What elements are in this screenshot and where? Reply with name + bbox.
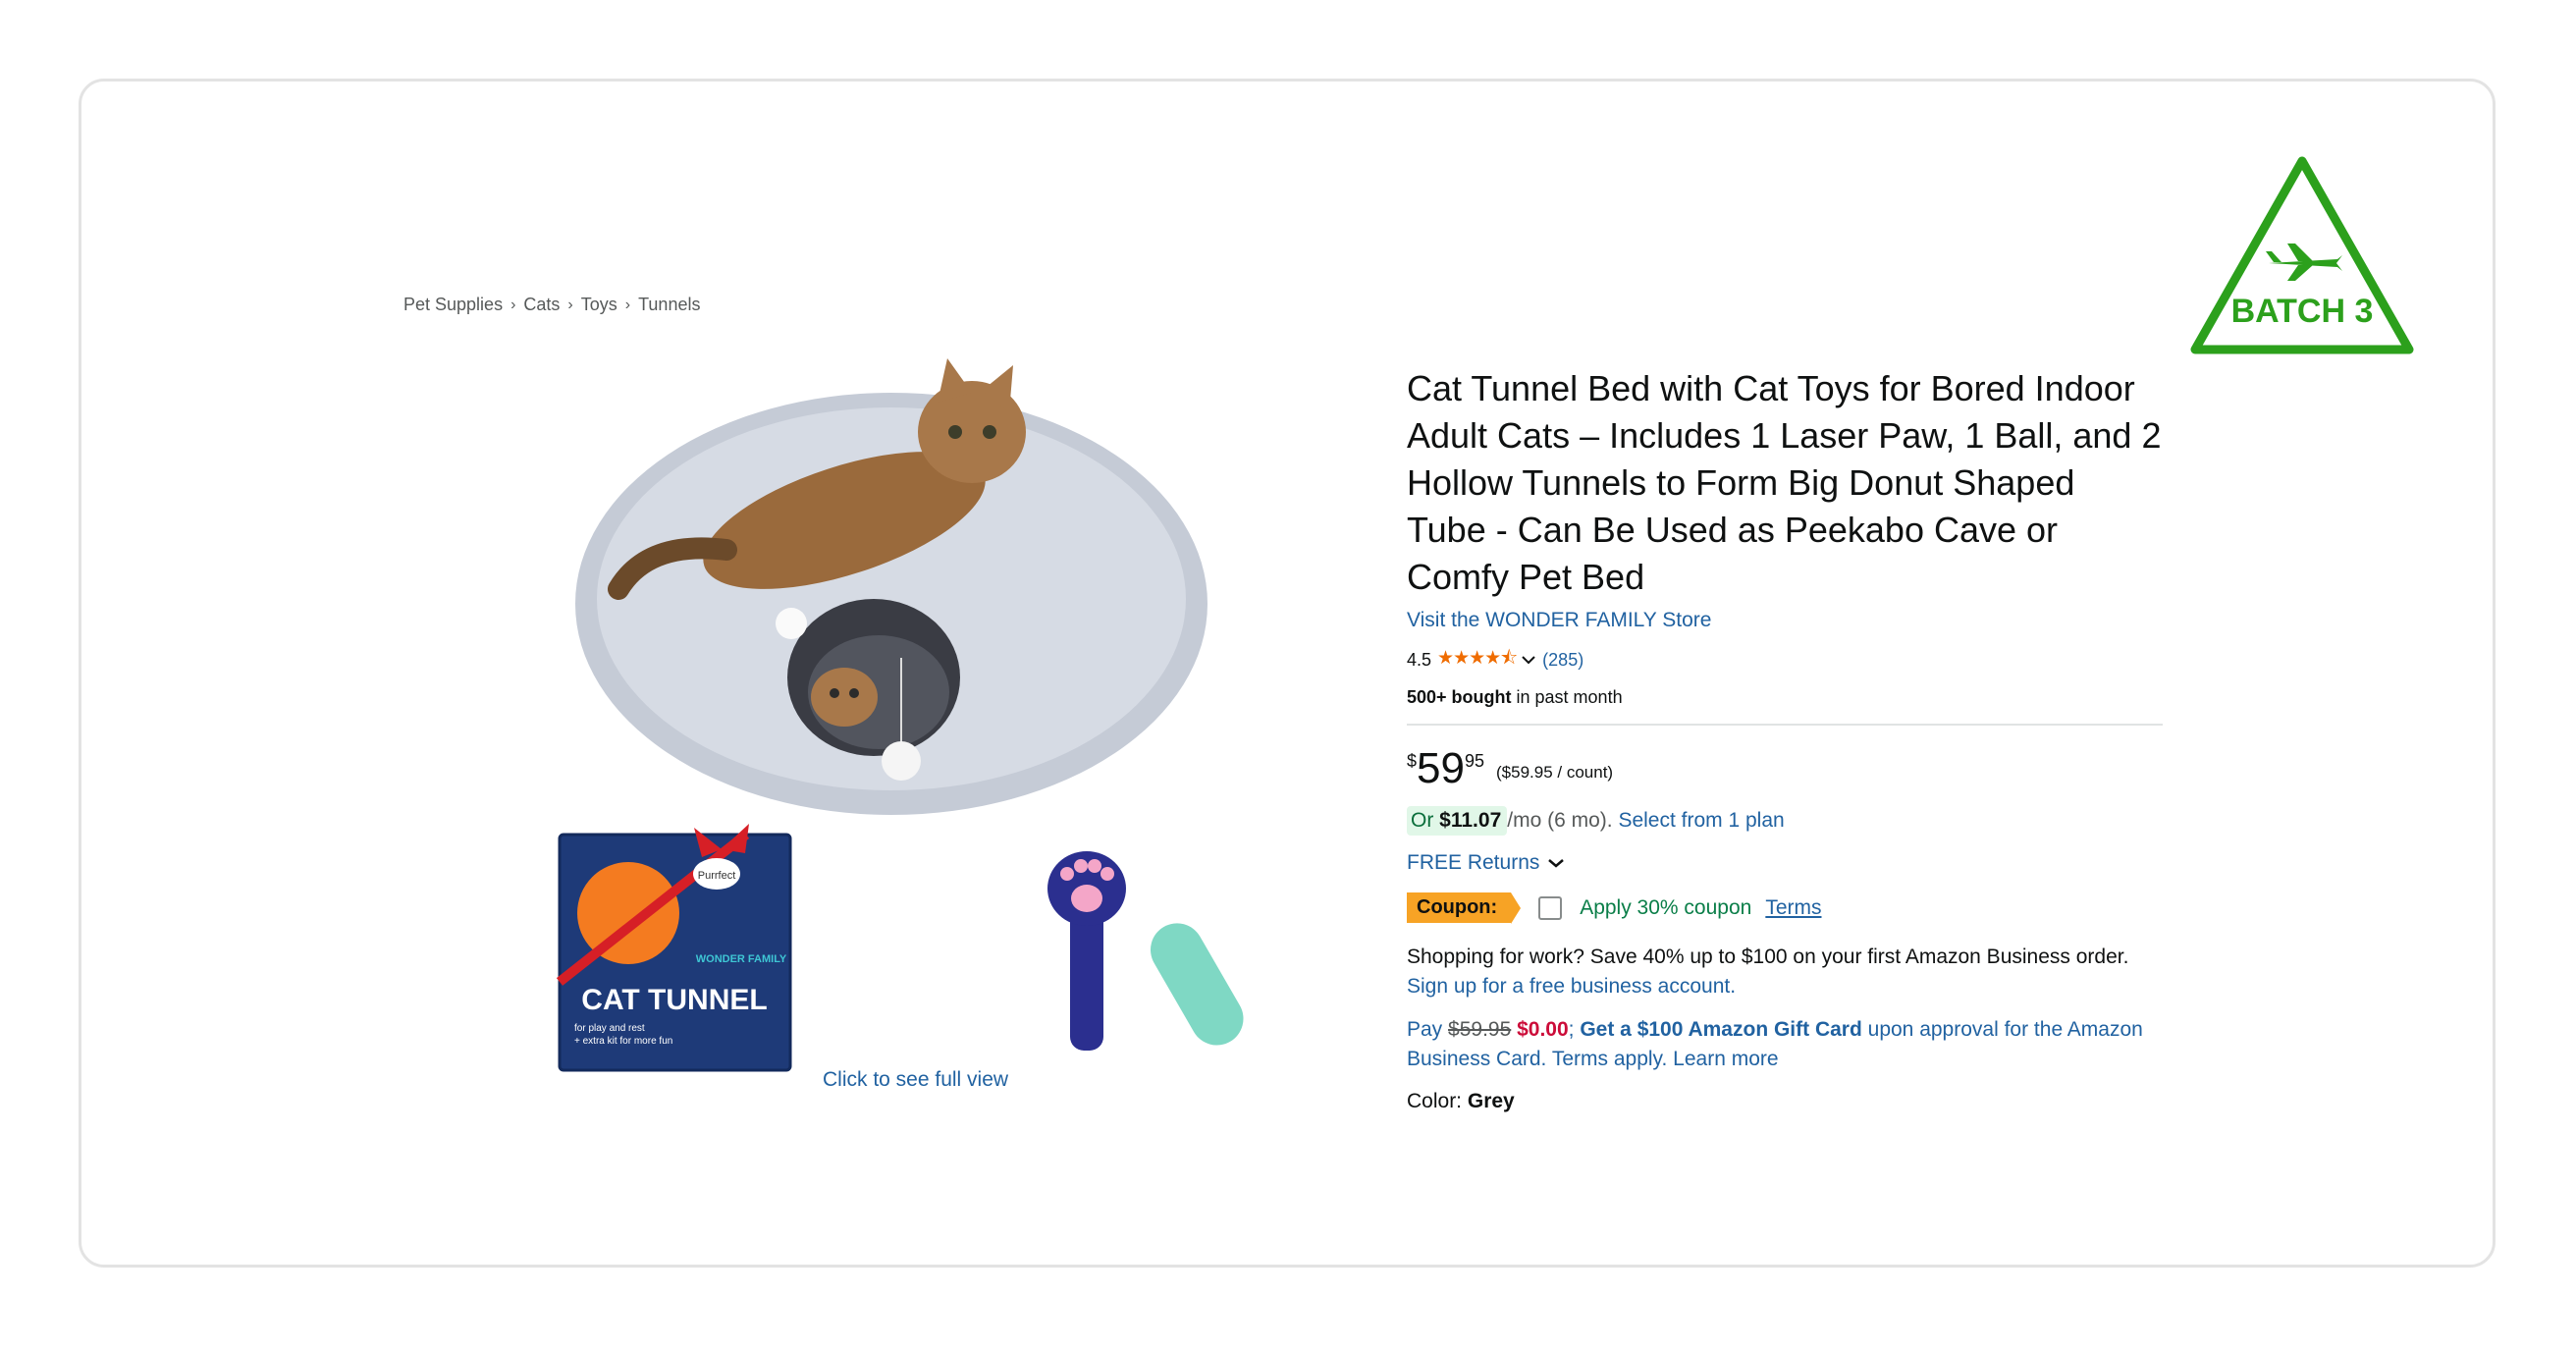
coupon-terms-link[interactable]: Terms bbox=[1765, 896, 1821, 920]
pay-separator: ; bbox=[1568, 1018, 1581, 1041]
chevron-right-icon: › bbox=[624, 296, 631, 313]
batch-label: BATCH 3 bbox=[2231, 293, 2374, 330]
breadcrumb-cats[interactable]: Cats bbox=[523, 295, 560, 315]
coupon-checkbox[interactable] bbox=[1538, 895, 1563, 920]
svg-text:Purrfect: Purrfect bbox=[698, 870, 736, 882]
batch-badge: BATCH 3 bbox=[2190, 156, 2414, 354]
product-info: Cat Tunnel Bed with Cat Toys for Bored I… bbox=[1407, 365, 2163, 1113]
monthly-prefix: Or bbox=[1411, 809, 1440, 832]
product-box-image: Purrfect WONDER FAMILY CAT TUNNEL for pl… bbox=[556, 824, 792, 1072]
store-link[interactable]: Visit the WONDER FAMILY Store bbox=[1407, 609, 2163, 632]
select-plan-link[interactable]: Select from 1 plan bbox=[1618, 809, 1784, 833]
coupon-row: Coupon: Apply 30% coupon Terms bbox=[1407, 892, 2163, 924]
laser-paw-toy-image bbox=[1047, 851, 1126, 1051]
business-signup-link[interactable]: Sign up for a free business account. bbox=[1407, 972, 2163, 1001]
rating-value: 4.5 bbox=[1407, 649, 1432, 670]
chevron-down-icon bbox=[1547, 857, 1565, 869]
unit-price: ($59.95 / count) bbox=[1496, 763, 1614, 782]
breadcrumb-tunnels[interactable]: Tunnels bbox=[638, 295, 700, 315]
coupon-badge: Coupon: bbox=[1407, 892, 1522, 924]
svg-text:CAT TUNNEL: CAT TUNNEL bbox=[581, 984, 767, 1016]
pay-prefix: Pay bbox=[1407, 1018, 1449, 1041]
chevron-down-icon[interactable] bbox=[1521, 650, 1536, 671]
peeking-cat-image bbox=[811, 668, 878, 727]
full-view-link[interactable]: Click to see full view bbox=[823, 1068, 1008, 1092]
monthly-payment: Or $11.07/mo (6 mo). Select from 1 plan bbox=[1407, 806, 2163, 836]
airplane-icon bbox=[2266, 243, 2342, 281]
price-whole: 59 bbox=[1417, 744, 1465, 792]
price-symbol: $ bbox=[1407, 751, 1418, 771]
chevron-right-icon: › bbox=[510, 296, 516, 313]
breadcrumb-pet-supplies[interactable]: Pet Supplies bbox=[403, 295, 503, 315]
monthly-amount: $11.07 bbox=[1439, 809, 1502, 832]
plush-toy-image bbox=[1151, 923, 1244, 1046]
svg-text:WONDER FAMILY: WONDER FAMILY bbox=[696, 953, 787, 965]
bought-info: 500+ bought in past month bbox=[1407, 687, 2163, 708]
bought-count: 500+ bought bbox=[1407, 687, 1512, 707]
apply-coupon-label[interactable]: Apply 30% coupon bbox=[1580, 896, 1751, 920]
breadcrumb-toys[interactable]: Toys bbox=[581, 295, 617, 315]
svg-text:for play and rest: for play and rest bbox=[574, 1023, 645, 1034]
free-returns-dropdown[interactable]: FREE Returns bbox=[1407, 851, 2163, 875]
product-title: Cat Tunnel Bed with Cat Toys for Bored I… bbox=[1407, 368, 2162, 597]
monthly-pill: Or $11.07 bbox=[1407, 806, 1508, 836]
monthly-term: /mo (6 mo). bbox=[1507, 809, 1613, 832]
divider bbox=[1407, 724, 2163, 726]
bought-period: in past month bbox=[1511, 687, 1623, 707]
business-offer-text: Shopping for work? Save 40% up to $100 o… bbox=[1407, 946, 2129, 968]
old-price: $59.95 bbox=[1448, 1018, 1512, 1041]
breadcrumb: Pet Supplies › Cats › Toys › Tunnels bbox=[403, 295, 700, 315]
gift-card-offer: Get a $100 Amazon Gift Card bbox=[1580, 1018, 1862, 1041]
color-selection: Color: Grey bbox=[1407, 1090, 2163, 1113]
price-fraction: 95 bbox=[1464, 751, 1484, 771]
price: $ 59 95 ($59.95 / count) bbox=[1407, 747, 2163, 790]
color-value: Grey bbox=[1467, 1090, 1515, 1112]
rating-row: 4.5 ★★★★⯪ (285) bbox=[1407, 644, 2163, 676]
svg-text:+ extra kit for more fun: + extra kit for more fun bbox=[574, 1036, 672, 1047]
ball-toy-image bbox=[882, 741, 921, 781]
product-image[interactable]: Purrfect WONDER FAMILY CAT TUNNEL for pl… bbox=[550, 353, 1296, 1080]
new-price: $0.00 bbox=[1517, 1018, 1569, 1041]
free-returns-label: FREE Returns bbox=[1407, 851, 1540, 874]
ratings-count-link[interactable]: (285) bbox=[1542, 650, 1583, 671]
color-label: Color: bbox=[1407, 1090, 1468, 1112]
star-rating-icon[interactable]: ★★★★⯪ bbox=[1437, 644, 1518, 676]
business-offer: Shopping for work? Save 40% up to $100 o… bbox=[1407, 943, 2163, 1001]
card-offer[interactable]: Pay $59.95 $0.00; Get a $100 Amazon Gift… bbox=[1407, 1015, 2163, 1074]
chevron-right-icon: › bbox=[567, 296, 573, 313]
